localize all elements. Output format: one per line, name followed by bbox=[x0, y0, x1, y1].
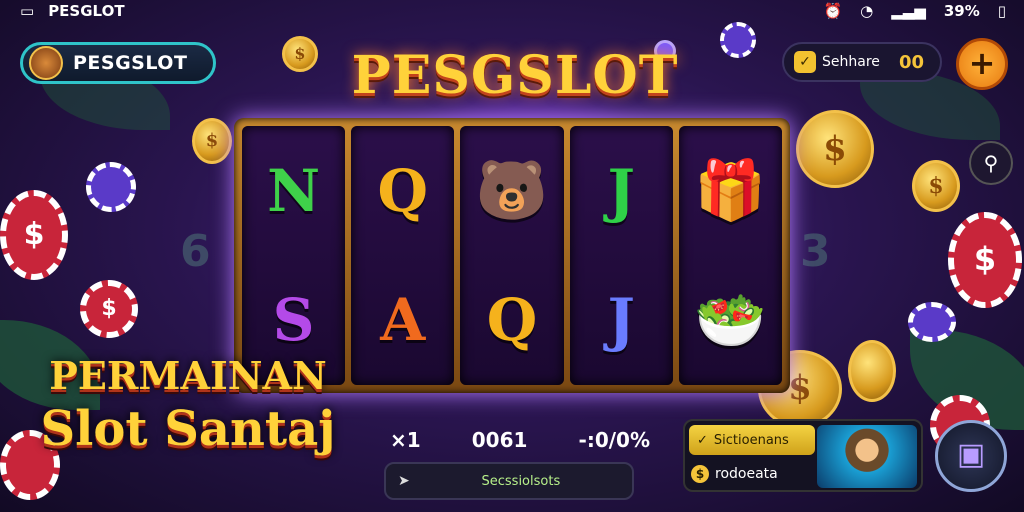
key-icon[interactable]: ⚲ bbox=[969, 141, 1013, 185]
slot-symbol: J bbox=[607, 156, 635, 225]
reel-4: JJ bbox=[569, 126, 673, 385]
bear-avatar-icon bbox=[29, 46, 63, 80]
casino-chip-icon bbox=[908, 302, 956, 342]
reel-2: QA bbox=[351, 126, 455, 385]
game-logo: PESGSLOT bbox=[351, 45, 679, 106]
casino-chip-icon bbox=[720, 22, 756, 58]
gold-coin-icon: $ bbox=[796, 110, 874, 188]
payline-number-right: 3 bbox=[800, 226, 831, 277]
brand-name: PESGSLOT bbox=[73, 52, 188, 74]
treasure-chest-button[interactable]: ▣ bbox=[935, 420, 1007, 492]
balance-value: 00 bbox=[898, 51, 924, 73]
arrow-icon: ➤ bbox=[398, 473, 410, 489]
search-text: Secssiolsots bbox=[481, 473, 561, 489]
promo-panel[interactable]: ✓ Sictioenans $ rodoeata bbox=[683, 419, 923, 492]
slot-symbol: A bbox=[380, 286, 426, 355]
message-icon: ▭ bbox=[20, 2, 35, 20]
promo-text: PERMAINAN Slot Santaj bbox=[18, 352, 358, 458]
credits-value: 0061 bbox=[471, 428, 528, 452]
multiplier-value: ×1 bbox=[390, 428, 421, 452]
check-icon: ✓ bbox=[697, 432, 708, 448]
clock-icon: ◔ bbox=[860, 2, 874, 20]
slot-symbol: J bbox=[607, 286, 635, 355]
signal-icon: ▂▃▅ bbox=[891, 2, 926, 20]
stats-row: ×1 0061 -:0/0% bbox=[390, 428, 650, 452]
reel-5: 🎁 🥗 bbox=[678, 126, 782, 385]
battery-level: 39% bbox=[943, 2, 980, 20]
reel-3: 🐻 Q bbox=[460, 126, 564, 385]
status-bar: ▭ PESGLOT ⏰ ◔ ▂▃▅ 39% ▯ bbox=[0, 0, 1024, 26]
slot-symbol: Q bbox=[486, 286, 538, 355]
reel-grid: N S Q A 🐻 Q J J 🎁 🥗 bbox=[242, 126, 782, 385]
panel-title-button[interactable]: ✓ Sictioenans bbox=[689, 425, 815, 455]
payline-number-left: 6 bbox=[180, 226, 211, 277]
coin-icon: $ bbox=[691, 465, 709, 483]
casino-chip-icon bbox=[86, 162, 136, 212]
casino-chip-icon: $ bbox=[80, 280, 138, 338]
status-app-name: PESGLOT bbox=[48, 2, 125, 20]
search-bar[interactable]: ➤ Secssiolsots bbox=[384, 462, 634, 500]
slot-symbol: 🎁 bbox=[694, 156, 767, 225]
add-funds-button[interactable]: + bbox=[956, 38, 1008, 90]
panel-title: Sictioenans bbox=[713, 432, 789, 448]
panel-subtitle: rodoeata bbox=[715, 466, 778, 482]
slot-symbol: 🐻 bbox=[475, 156, 549, 225]
brand-pill[interactable]: PESGSLOT bbox=[20, 42, 216, 84]
gold-coin-icon: $ bbox=[192, 118, 232, 164]
gold-coin-icon: $ bbox=[912, 160, 960, 212]
battery-icon: ▯ bbox=[997, 2, 1006, 20]
slot-symbol: Q bbox=[377, 156, 429, 225]
balance-label: Sehhare bbox=[822, 54, 880, 70]
promo-line-2: Slot Santaj bbox=[40, 401, 336, 457]
slot-symbol: 🥗 bbox=[694, 285, 767, 354]
gold-coin-icon bbox=[848, 340, 896, 402]
reel-1: NS bbox=[242, 126, 346, 385]
promo-line-1: PERMAINAN bbox=[49, 353, 327, 398]
percent-value: -:0/0% bbox=[578, 428, 650, 452]
gold-coin-icon: $ bbox=[282, 36, 318, 72]
slot-symbol: N bbox=[267, 156, 321, 225]
check-icon: ✓ bbox=[794, 51, 816, 73]
casino-chip-icon: $ bbox=[0, 190, 68, 280]
panel-subtitle-row: $ rodoeata bbox=[691, 465, 778, 483]
balance-display[interactable]: ✓ Sehhare 00 bbox=[782, 42, 942, 82]
player-portrait bbox=[817, 425, 917, 488]
casino-chip-icon: $ bbox=[948, 212, 1022, 308]
alarm-icon: ⏰ bbox=[823, 2, 843, 20]
